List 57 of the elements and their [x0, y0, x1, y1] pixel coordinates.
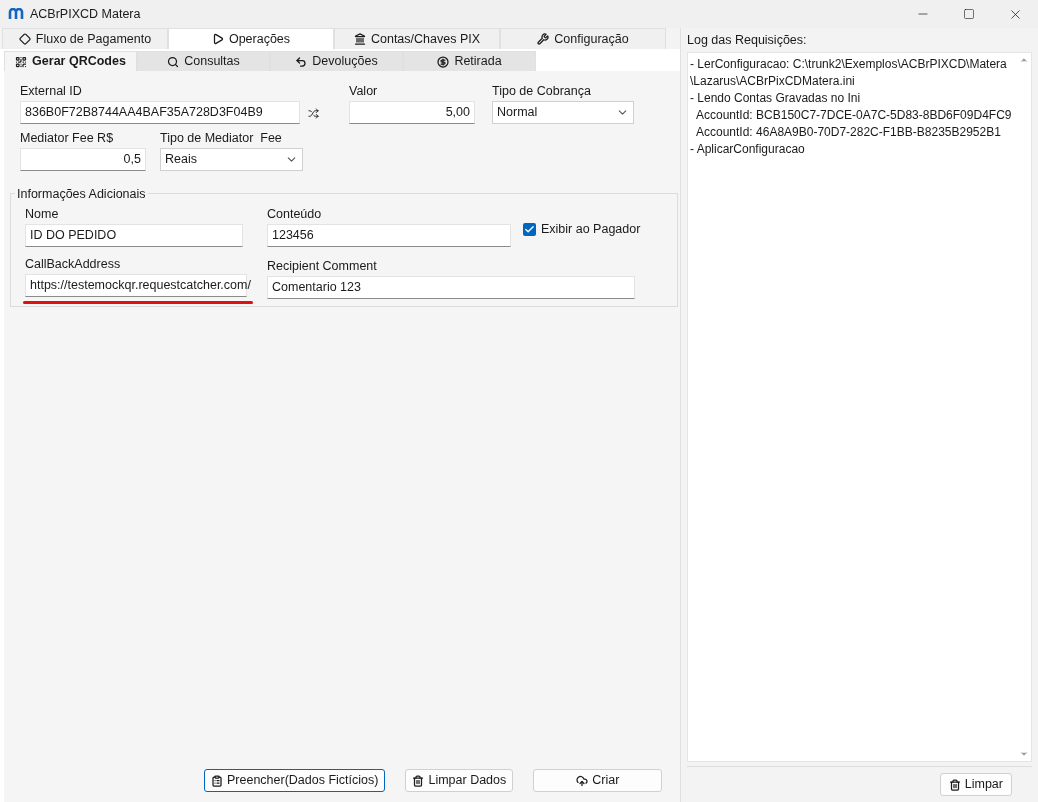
log-line: - LerConfiguracao: C:\trunk2\Exemplos\ACBrPIXCD\Matera	[690, 56, 1008, 73]
field-label: Recipient Comment	[267, 258, 378, 274]
field-label: Valor	[349, 83, 379, 99]
wrench-icon	[537, 33, 550, 45]
input-field[interactable]: 836B0F72B8744AA4BAF35A728D3F04B9	[20, 101, 300, 124]
dollar-icon	[437, 55, 450, 68]
log-line: - Lendo Contas Gravadas no Ini	[690, 90, 862, 107]
input-field[interactable]: 5,00	[349, 101, 475, 124]
field-label: CallBackAddress	[25, 256, 122, 272]
action-button[interactable]: Limpar Dados	[405, 769, 514, 792]
trash-icon	[412, 774, 425, 787]
window-title: ACBrPIXCD Matera	[30, 5, 141, 23]
trash-icon	[948, 778, 961, 791]
tab[interactable]: Devoluções	[270, 51, 403, 71]
log-title: Log das Requisições:	[687, 32, 808, 48]
action-button[interactable]: Preencher(Dados Fictícios)	[204, 769, 386, 792]
tab[interactable]: Operações	[168, 28, 334, 49]
input-field[interactable]: 0,5	[20, 148, 146, 171]
tab[interactable]: Configuração	[500, 28, 666, 49]
app-logo-icon	[8, 8, 24, 20]
field-label: External ID	[20, 83, 83, 99]
input-field[interactable]: 123456	[267, 224, 511, 247]
input-field[interactable]: ID DO PEDIDO	[25, 224, 243, 247]
qr-code-icon	[15, 55, 28, 68]
tab[interactable]: Consultas	[137, 51, 270, 71]
diamond-icon	[18, 33, 31, 45]
maximize-icon	[963, 8, 975, 20]
field-label: Tipo de Cobrança	[492, 83, 592, 99]
scroll-up-icon[interactable]	[1019, 55, 1029, 65]
field-label: Mediator Fee R$	[20, 130, 115, 146]
action-button[interactable]: Criar	[533, 769, 663, 792]
log-line: \Lazarus\ACBrPixCDMatera.ini	[690, 73, 856, 90]
log-line: AccountId: BCB150C7-7DCE-0A7C-5D83-8BD6F09D4FC9	[695, 107, 1013, 124]
group-title: Informações Adicionais	[15, 186, 148, 202]
bank-icon	[353, 33, 366, 45]
shuffle-icon[interactable]	[308, 108, 319, 119]
play-icon	[211, 33, 224, 45]
log-line: AccountId: 46A8A9B0-70D7-282C-F1BB-B8235B2952B1	[695, 124, 1002, 141]
clear-log-button[interactable]: Limpar	[939, 773, 1012, 796]
tab[interactable]: Retirada	[403, 51, 536, 71]
undo-icon	[295, 55, 308, 68]
dropdown[interactable]: Reais	[160, 148, 303, 171]
scroll-down-icon[interactable]	[1019, 749, 1029, 759]
tab[interactable]: Contas/Chaves PIX	[334, 28, 500, 49]
search-icon	[167, 55, 180, 68]
form-icon	[211, 774, 223, 787]
field-label: Tipo de Mediator Fee	[160, 130, 283, 146]
tab[interactable]: Gerar QRCodes	[4, 51, 137, 71]
field-label: Nome	[25, 206, 60, 222]
log-line: - AplicarConfiguracao	[690, 141, 806, 158]
dropdown[interactable]: Normal	[492, 101, 634, 124]
checkbox[interactable]	[523, 222, 536, 236]
input-field[interactable]: Comentario 123	[267, 276, 635, 299]
field-label: Conteúdo	[267, 206, 323, 222]
tab[interactable]: Fluxo de Pagamento	[2, 28, 168, 49]
field-label: Exibir ao Pagador	[541, 221, 641, 237]
cloud-icon	[576, 774, 589, 787]
